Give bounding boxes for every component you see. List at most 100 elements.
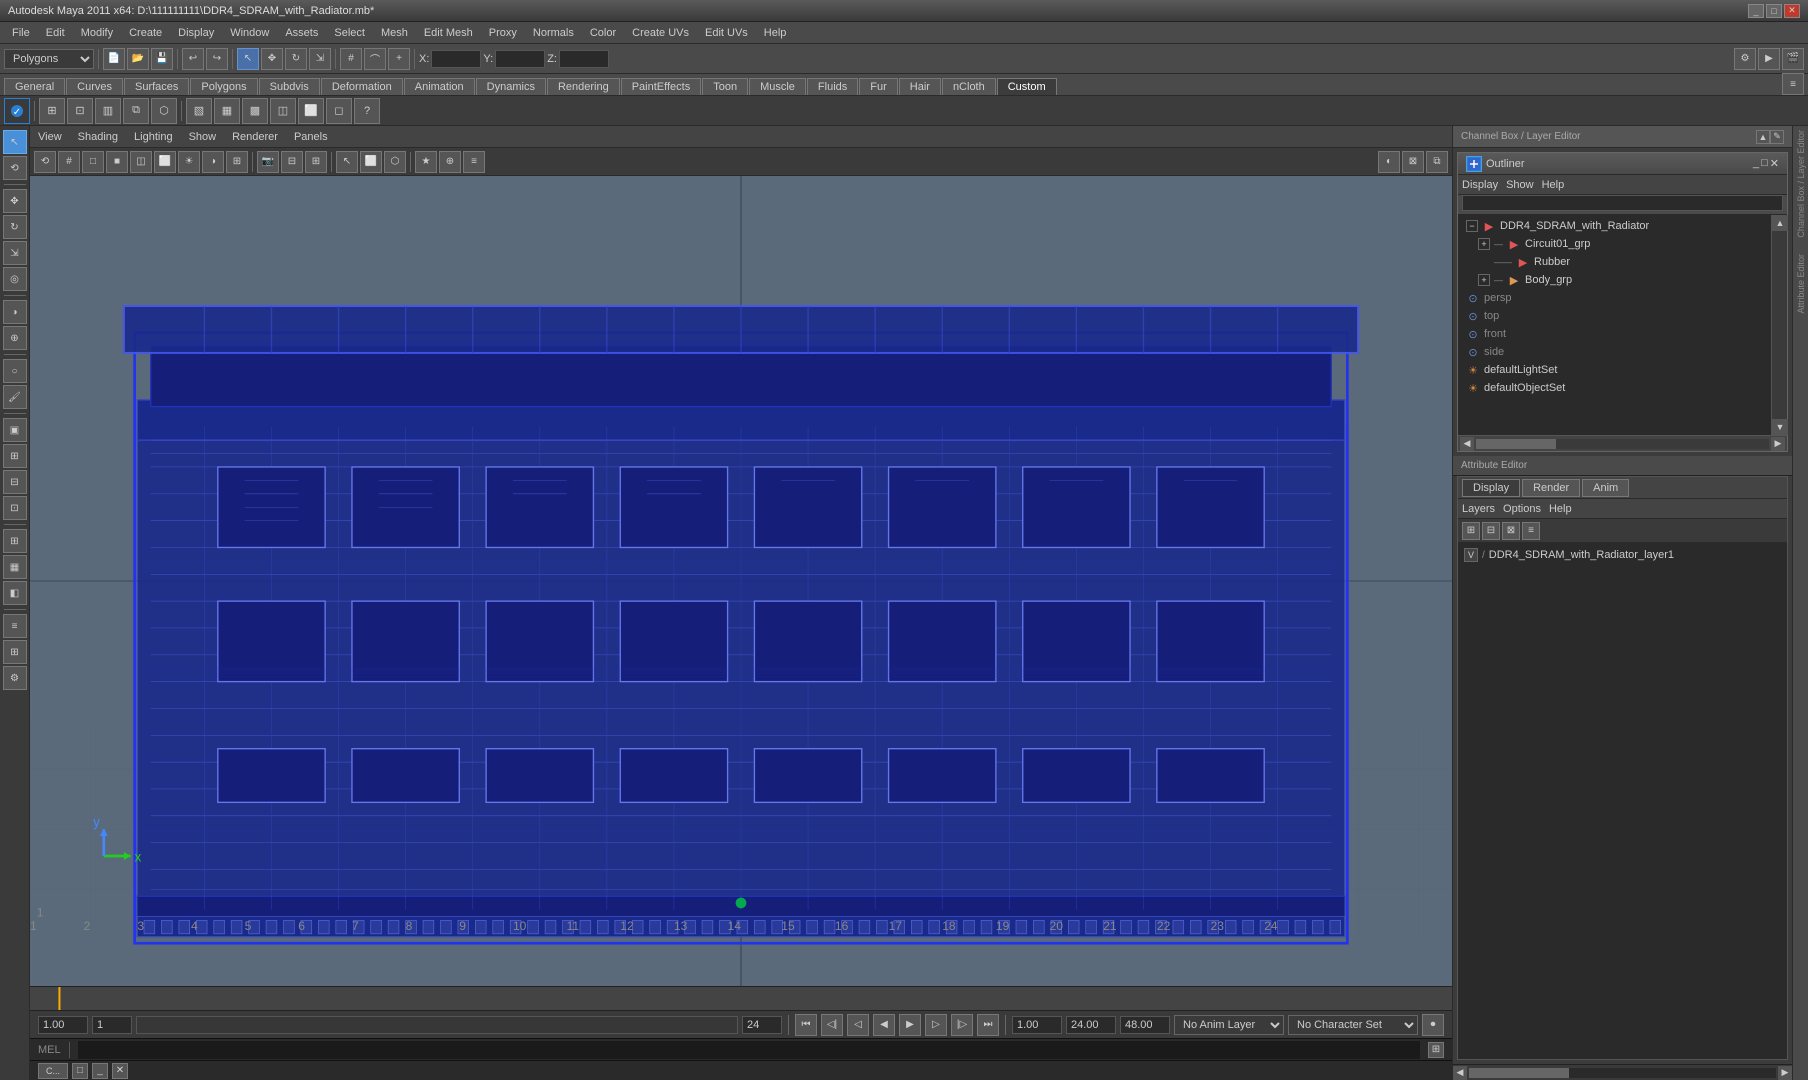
shelf-options-btn[interactable]: ≡ (1782, 73, 1804, 95)
menu-window[interactable]: Window (222, 25, 277, 41)
tree-item-rubber[interactable]: —— ▶ Rubber (1458, 253, 1771, 271)
menu-color[interactable]: Color (582, 25, 624, 41)
shelf-icon-9[interactable]: ◫ (270, 98, 296, 124)
shelf-tab-muscle[interactable]: Muscle (749, 78, 806, 95)
z-input[interactable] (559, 50, 609, 68)
vp-icon-display[interactable]: ⊞ (226, 151, 248, 173)
layer-icon-new2[interactable]: ⊟ (1482, 522, 1500, 540)
outliner-minimize[interactable]: _ (1753, 157, 1759, 170)
soft-select-btn[interactable]: ◑ (3, 300, 27, 324)
menu-select[interactable]: Select (326, 25, 373, 41)
vp-icon-multi[interactable]: ⊠ (1402, 151, 1424, 173)
menu-edit[interactable]: Edit (38, 25, 73, 41)
vp-icon-paint[interactable]: ⬜ (360, 151, 382, 173)
split-poly-btn[interactable]: ⊟ (3, 470, 27, 494)
console-btn3[interactable]: _ (92, 1063, 108, 1079)
x-input[interactable] (431, 50, 481, 68)
layer-visibility-btn[interactable]: V (1464, 548, 1478, 562)
render-layer-btn[interactable]: ▦ (3, 555, 27, 579)
playback-end-input[interactable] (1066, 1016, 1116, 1034)
menu-modify[interactable]: Modify (73, 25, 121, 41)
vp-menu-show[interactable]: Show (189, 131, 217, 143)
vp-menu-shading[interactable]: Shading (78, 131, 118, 143)
open-btn[interactable]: 📂 (127, 48, 149, 70)
start-frame-input[interactable] (38, 1016, 88, 1034)
shelf-tab-fluids[interactable]: Fluids (807, 78, 858, 95)
y-input[interactable] (495, 50, 545, 68)
vp-icon-solid[interactable]: ■ (106, 151, 128, 173)
current-frame-input[interactable] (92, 1016, 132, 1034)
tool-settings-btn[interactable]: ⚙ (3, 666, 27, 690)
vp-icon-bookmark[interactable]: ★ (415, 151, 437, 173)
select-tool-btn[interactable]: ↖ (3, 130, 27, 154)
mel-input[interactable] (78, 1041, 1420, 1059)
vp-icon-icon3[interactable]: ⧉ (1426, 151, 1448, 173)
go-end-btn[interactable]: ⏭ (977, 1014, 999, 1036)
menu-edit-uvs[interactable]: Edit UVs (697, 25, 756, 41)
shelf-icon-view1[interactable]: ⊞ (39, 98, 65, 124)
vp-icon-cycle[interactable]: ◐ (1378, 151, 1400, 173)
timeline-ruler[interactable] (30, 986, 1452, 1010)
play-fwd-btn[interactable]: ▶ (899, 1014, 921, 1036)
vp-menu-lighting[interactable]: Lighting (134, 131, 173, 143)
tree-item-top[interactable]: ⊙ top (1458, 307, 1771, 325)
shelf-icon-11[interactable]: ◻ (326, 98, 352, 124)
shelf-tab-toon[interactable]: Toon (702, 78, 748, 95)
auto-key-btn[interactable]: ⏺ (1422, 1014, 1444, 1036)
outliner-hscroll-thumb[interactable] (1476, 439, 1556, 449)
vp-icon-gimbal[interactable]: ⊕ (439, 151, 461, 173)
paint-ops-btn[interactable]: 🖌 (3, 385, 27, 409)
tree-item-persp[interactable]: ⊙ persp (1458, 289, 1771, 307)
tree-item-default-object-set[interactable]: ☀ defaultObjectSet (1458, 379, 1771, 397)
menu-assets[interactable]: Assets (277, 25, 326, 41)
vp-menu-view[interactable]: View (38, 131, 62, 143)
move-tool-btn[interactable]: ✥ (3, 189, 27, 213)
select-btn[interactable]: ↖ (237, 48, 259, 70)
vp-icon-wire[interactable]: □ (82, 151, 104, 173)
create-poly-btn[interactable]: ▣ (3, 418, 27, 442)
vp-icon-grid[interactable]: # (58, 151, 80, 173)
outliner-menu-display[interactable]: Display (1462, 179, 1498, 191)
menu-create-uvs[interactable]: Create UVs (624, 25, 697, 41)
shelf-icon-8[interactable]: ▩ (242, 98, 268, 124)
console-btn1[interactable]: C... (38, 1063, 68, 1079)
layer-tab-anim[interactable]: Anim (1582, 479, 1629, 497)
shelf-icon-view3[interactable]: ▥ (95, 98, 121, 124)
layer-menu-layers[interactable]: Layers (1462, 503, 1495, 515)
render-btn[interactable]: 🎬 (1782, 48, 1804, 70)
lasso-btn[interactable]: ○ (3, 359, 27, 383)
redo-btn[interactable]: ↪ (206, 48, 228, 70)
layer-icon-3[interactable]: ⊠ (1502, 522, 1520, 540)
maximize-button[interactable]: □ (1766, 4, 1782, 18)
menu-proxy[interactable]: Proxy (481, 25, 525, 41)
prev-key-btn[interactable]: ◁| (821, 1014, 843, 1036)
menu-normals[interactable]: Normals (525, 25, 582, 41)
vp-icon-plus[interactable]: ⊞ (305, 151, 327, 173)
shelf-tab-curves[interactable]: Curves (66, 78, 123, 95)
menu-file[interactable]: File (4, 25, 38, 41)
rotate-tool-btn[interactable]: ↻ (3, 215, 27, 239)
shelf-tab-ncloth[interactable]: nCloth (942, 78, 996, 95)
anim-layer-btn[interactable]: ◧ (3, 581, 27, 605)
scale-tool-btn[interactable]: ⇲ (3, 241, 27, 265)
outliner-search-input[interactable] (1462, 195, 1783, 211)
shelf-tab-painteffects[interactable]: PaintEffects (621, 78, 702, 95)
layer-icon-4[interactable]: ≡ (1522, 522, 1540, 540)
shelf-icon-6[interactable]: ▧ (186, 98, 212, 124)
vp-icon-hud[interactable]: ≡ (463, 151, 485, 173)
outliner-hscroll-left[interactable]: ◀ (1460, 437, 1474, 451)
vp-menu-renderer[interactable]: Renderer (232, 131, 278, 143)
rp-scroll-left[interactable]: ◀ (1453, 1066, 1467, 1080)
layer-tab-render[interactable]: Render (1522, 479, 1580, 497)
anim-layer-select[interactable]: No Anim Layer (1174, 1015, 1284, 1035)
shelf-tab-surfaces[interactable]: Surfaces (124, 78, 189, 95)
snap-point-btn[interactable]: + (388, 48, 410, 70)
layer-menu-options[interactable]: Options (1503, 503, 1541, 515)
rp-scroll-right[interactable]: ▶ (1778, 1066, 1792, 1080)
next-frame-btn[interactable]: ▷ (925, 1014, 947, 1036)
render-settings-btn[interactable]: ⚙ (1734, 48, 1756, 70)
tree-item-default-light-set[interactable]: ☀ defaultLightSet (1458, 361, 1771, 379)
shelf-icon-7[interactable]: ▦ (214, 98, 240, 124)
layer-row-ddr4[interactable]: V / DDR4_SDRAM_with_Radiator_layer1 (1460, 545, 1785, 565)
outliner-menu-help[interactable]: Help (1542, 179, 1565, 191)
